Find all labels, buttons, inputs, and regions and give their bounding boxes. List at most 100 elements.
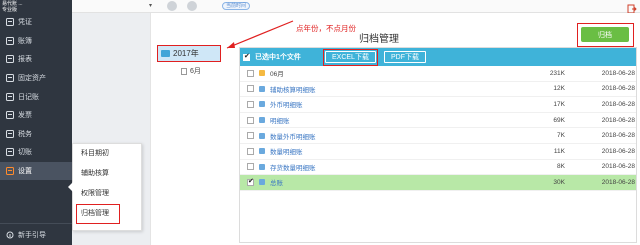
sidebar-item-tax[interactable]: 税务 bbox=[0, 125, 72, 144]
report-icon bbox=[6, 55, 14, 64]
sidebar-footer-label: 新手引导 bbox=[18, 231, 46, 239]
submenu-list: 科目期初 辅助核算 权限管理 归档管理 bbox=[73, 144, 141, 224]
archive-button[interactable]: 归档 bbox=[581, 27, 629, 42]
table-row[interactable]: 外币明细账 17K 2018-06-28 bbox=[240, 97, 636, 113]
file-date: 2018-06-28 bbox=[601, 116, 635, 124]
main-panel: 归档管理 点年份，不点月份 归档 2017年 6月 已选中1个文件 EXCEL下… bbox=[150, 13, 640, 245]
account-dropdown-caret[interactable]: ▾ bbox=[149, 2, 152, 9]
file-list: 06月 231K 2018-06-28 辅助核算明细账 12K 2018-06-28 外币明… bbox=[240, 66, 636, 191]
sidebar-item-report[interactable]: 报表 bbox=[0, 50, 72, 69]
sidebar-item-voucher[interactable]: 凭证 bbox=[0, 13, 72, 32]
file-date: 2018-06-28 bbox=[601, 178, 635, 186]
pdf-download-button[interactable]: PDF下载 bbox=[383, 51, 426, 63]
file-date: 2018-06-28 bbox=[601, 69, 635, 77]
submenu-item[interactable]: 权限管理 bbox=[73, 184, 141, 204]
journal-icon bbox=[6, 92, 14, 101]
file-size: 30K bbox=[553, 178, 565, 186]
sidebar-item-switch[interactable]: 切账 bbox=[0, 143, 72, 162]
file-name[interactable]: 总账 bbox=[270, 177, 505, 187]
file-name[interactable]: 外币明细账 bbox=[270, 99, 505, 109]
file-name[interactable]: 明细账 bbox=[270, 115, 505, 125]
excel-download-highlight: EXCEL下载 bbox=[323, 48, 378, 66]
submenu-item[interactable]: 辅助核算 bbox=[73, 164, 141, 184]
table-row[interactable]: 存货数量明细账 8K 2018-06-28 bbox=[240, 160, 636, 176]
sidebar-item-label: 切账 bbox=[18, 149, 32, 157]
file-date: 2018-06-28 bbox=[601, 85, 635, 93]
tree-node-year[interactable]: 2017年 bbox=[157, 45, 221, 62]
row-checkbox[interactable] bbox=[247, 163, 254, 171]
sidebar-item-asset[interactable]: 固定资产 bbox=[0, 69, 72, 88]
sidebar-item-gear[interactable]: 设置 bbox=[0, 161, 72, 181]
excel-download-button[interactable]: EXCEL下载 bbox=[325, 50, 376, 63]
annotation-note: 点年份，不点月份 bbox=[296, 24, 356, 33]
file-size: 8K bbox=[557, 163, 565, 171]
spreadsheet-icon bbox=[259, 117, 265, 124]
row-checkbox[interactable] bbox=[247, 116, 254, 124]
year-tree: 2017年 6月 bbox=[151, 45, 236, 235]
table-row[interactable]: 辅助核算明细账 12K 2018-06-28 bbox=[240, 82, 636, 98]
table-row[interactable]: 明细账 69K 2018-06-28 bbox=[240, 113, 636, 129]
voucher-icon bbox=[6, 18, 14, 27]
spreadsheet-icon bbox=[259, 101, 265, 108]
file-date: 2018-06-28 bbox=[601, 147, 635, 155]
select-all-checkbox[interactable] bbox=[243, 52, 250, 61]
brand-logo: 易代账 ... 专业版 bbox=[0, 0, 72, 13]
file-name[interactable]: 存货数量明细账 bbox=[270, 162, 505, 172]
file-icon bbox=[181, 67, 187, 75]
file-size: 11K bbox=[553, 147, 565, 155]
row-checkbox[interactable] bbox=[247, 147, 254, 155]
submenu-item[interactable]: 科目期初 bbox=[73, 144, 141, 164]
row-checkbox[interactable] bbox=[247, 177, 254, 186]
file-date: 2018-06-28 bbox=[601, 163, 635, 171]
file-name[interactable]: 辅助核算明细账 bbox=[270, 84, 505, 94]
sidebar-item-invoice[interactable]: 发票 bbox=[0, 106, 72, 125]
folder-icon bbox=[161, 50, 170, 57]
tree-node-month-label: 6月 bbox=[190, 68, 201, 75]
row-checkbox[interactable] bbox=[247, 85, 254, 93]
selection-count-label: 已选中1个文件 bbox=[255, 54, 301, 61]
submenu-item[interactable]: 归档管理 bbox=[76, 204, 120, 224]
sidebar-item-label: 税务 bbox=[18, 130, 32, 138]
file-name[interactable]: 数量明细账 bbox=[270, 146, 505, 156]
sidebar-item-label: 设置 bbox=[18, 168, 32, 176]
file-name[interactable]: 06月 bbox=[270, 68, 505, 78]
file-name[interactable]: 数量外币明细账 bbox=[270, 131, 505, 141]
sidebar-item-guide[interactable]: 新手引导 bbox=[0, 223, 72, 245]
file-size: 69K bbox=[553, 116, 565, 124]
current-time-badge[interactable]: 当前时间 bbox=[222, 2, 251, 10]
file-date: 2018-06-28 bbox=[601, 132, 635, 140]
table-row[interactable]: 数量明细账 11K 2018-06-28 bbox=[240, 144, 636, 160]
exit-icon[interactable] bbox=[627, 1, 637, 14]
top-bar: ▾ 当前时间 bbox=[72, 0, 640, 14]
spreadsheet-icon bbox=[259, 132, 265, 139]
table-row[interactable]: 数量外币明细账 7K 2018-06-28 bbox=[240, 128, 636, 144]
add-icon[interactable] bbox=[167, 1, 177, 11]
tax-icon bbox=[6, 129, 14, 138]
sidebar-item-journal[interactable]: 日记账 bbox=[0, 87, 72, 106]
spreadsheet-icon bbox=[259, 163, 265, 170]
folder-icon bbox=[259, 70, 265, 77]
gear-icon bbox=[6, 167, 14, 176]
sidebar-nav: 凭证账簿报表固定资产 日记账发票税务切账设置 bbox=[0, 13, 72, 181]
row-checkbox[interactable] bbox=[247, 100, 254, 108]
file-table-header: 已选中1个文件 EXCEL下载 PDF下载 bbox=[240, 48, 636, 66]
sidebar-item-label: 报表 bbox=[18, 56, 32, 64]
row-checkbox[interactable] bbox=[247, 69, 254, 77]
settings-icon[interactable] bbox=[187, 1, 197, 11]
switch-icon bbox=[6, 148, 14, 157]
sidebar-item-label: 发票 bbox=[18, 112, 32, 120]
edition-label: 专业版 bbox=[2, 7, 18, 13]
tree-node-month[interactable]: 6月 bbox=[181, 66, 201, 76]
guide-icon bbox=[6, 231, 14, 239]
tree-node-year-label: 2017年 bbox=[173, 49, 199, 58]
sidebar-item-label: 账簿 bbox=[18, 37, 32, 45]
sidebar-item-ledger[interactable]: 账簿 bbox=[0, 32, 72, 51]
table-row[interactable]: 总账 30K 2018-06-28 bbox=[240, 175, 636, 191]
table-row[interactable]: 06月 231K 2018-06-28 bbox=[240, 66, 636, 82]
file-size: 7K bbox=[557, 132, 565, 140]
archive-button-highlight: 归档 bbox=[577, 23, 634, 47]
file-size: 17K bbox=[553, 100, 565, 108]
row-checkbox[interactable] bbox=[247, 132, 254, 140]
asset-icon bbox=[6, 74, 14, 83]
invoice-icon bbox=[6, 111, 14, 120]
